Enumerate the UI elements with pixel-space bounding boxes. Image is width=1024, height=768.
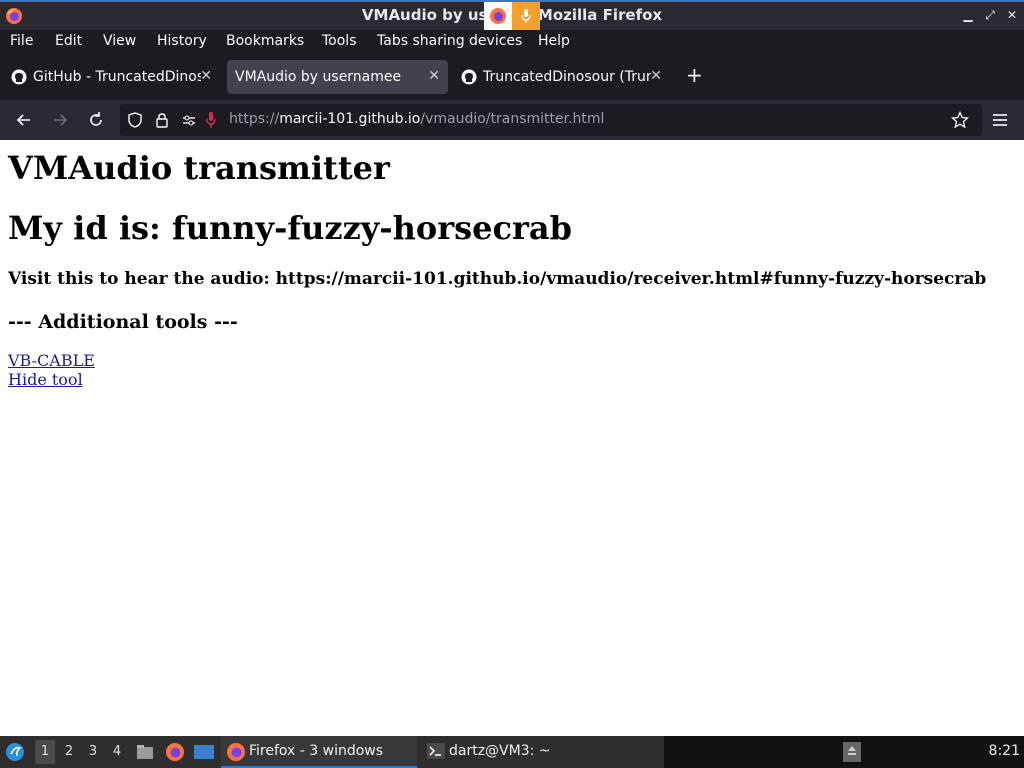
close-tab-icon[interactable]: ✕ [428,68,440,84]
back-icon[interactable] [14,110,34,130]
lock-icon[interactable] [153,111,171,129]
firefox-sharing-icon [484,2,512,30]
menu-view[interactable]: View [103,33,136,49]
url-text[interactable]: https://marcii-101.github.io/vmaudio/tra… [229,111,604,127]
page-content: VMAudio transmitter My id is: funny-fuzz… [0,140,1024,736]
page-id-heading: My id is: funny-fuzzy-horsecrab [8,209,572,247]
start-menu-icon[interactable] [5,742,25,762]
reload-icon[interactable] [86,110,106,130]
github-icon [461,69,477,85]
hamburger-menu-icon[interactable] [990,110,1010,130]
tab-truncateddinosour[interactable]: TruncatedDinosour (Trunc ✕ [452,60,670,94]
menu-tabs-sharing-devices[interactable]: Tabs sharing devices [377,33,522,49]
tray-app-icon[interactable] [842,741,862,763]
taskbar: 1 2 3 4 Firefox - 3 windows dartz@VM3: ~… [0,736,1024,768]
tab-label: GitHub - TruncatedDinos [33,69,201,85]
vb-cable-link[interactable]: VB-CABLE [8,351,95,370]
new-tab-icon[interactable]: + [686,63,703,87]
menu-edit[interactable]: Edit [55,33,82,49]
workspace-4[interactable]: 4 [107,744,127,759]
file-manager-icon[interactable] [135,742,155,762]
tools-heading: --- Additional tools --- [8,311,238,333]
close-icon[interactable]: ✕ [1004,8,1020,22]
microphone-icon [512,2,540,30]
tab-label: TruncatedDinosour (Trunc [483,69,651,85]
bookmark-star-icon[interactable] [951,111,969,129]
task-firefox[interactable]: Firefox - 3 windows [221,736,417,768]
workspace-3[interactable]: 3 [83,744,103,759]
menu-bookmarks[interactable]: Bookmarks [226,33,304,49]
close-tab-icon[interactable]: ✕ [650,68,662,84]
tab-label: VMAudio by usernamee [235,69,402,85]
menu-file[interactable]: File [10,33,33,49]
minimize-icon[interactable]: ▁ [960,8,976,22]
workspace-2[interactable]: 2 [59,744,79,759]
maximize-icon[interactable]: ⤢ [982,8,998,23]
window-titlebar: VMAudio by userr — Mozilla Firefox ▁ ⤢ ✕ [0,0,1024,30]
task-label: dartz@VM3: ~ [449,743,551,759]
terminal-icon [427,743,445,759]
permissions-icon[interactable] [181,112,197,128]
hide-tool-link[interactable]: Hide tool [8,370,83,389]
shield-icon[interactable] [126,111,144,129]
firefox-launcher-icon[interactable] [165,742,185,762]
url-scheme: https:// [229,111,280,127]
page-heading: VMAudio transmitter [8,149,390,187]
workspace-1[interactable]: 1 [35,740,55,764]
close-tab-icon[interactable]: ✕ [200,68,212,84]
microphone-active-icon[interactable] [204,111,218,129]
desktop-icon[interactable] [193,742,215,762]
task-terminal[interactable]: dartz@VM3: ~ [421,736,621,768]
github-icon [11,69,27,85]
tab-vmaudio[interactable]: VMAudio by usernamee ✕ [227,60,448,94]
tab-github-truncateddinos[interactable]: GitHub - TruncatedDinos ✕ [2,60,220,94]
url-path: /vmaudio/transmitter.html [420,111,605,127]
url-bar[interactable]: https://marcii-101.github.io/vmaudio/tra… [120,104,982,136]
menu-history[interactable]: History [157,33,207,49]
visit-text: Visit this to hear the audio: https://ma… [8,269,987,289]
menu-tools[interactable]: Tools [322,33,357,49]
clock[interactable]: 8:21 [989,743,1020,759]
forward-icon[interactable] [50,110,70,130]
task-label: Firefox - 3 windows [249,743,384,759]
url-host: marcii-101.github.io [279,111,421,127]
sharing-indicator[interactable] [484,2,540,30]
menu-help[interactable]: Help [538,33,570,49]
menu-bar: File Edit View History Bookmarks Tools T… [0,30,1024,54]
tab-bar: GitHub - TruncatedDinos ✕ VMAudio by use… [0,56,1024,98]
firefox-icon [227,743,245,761]
